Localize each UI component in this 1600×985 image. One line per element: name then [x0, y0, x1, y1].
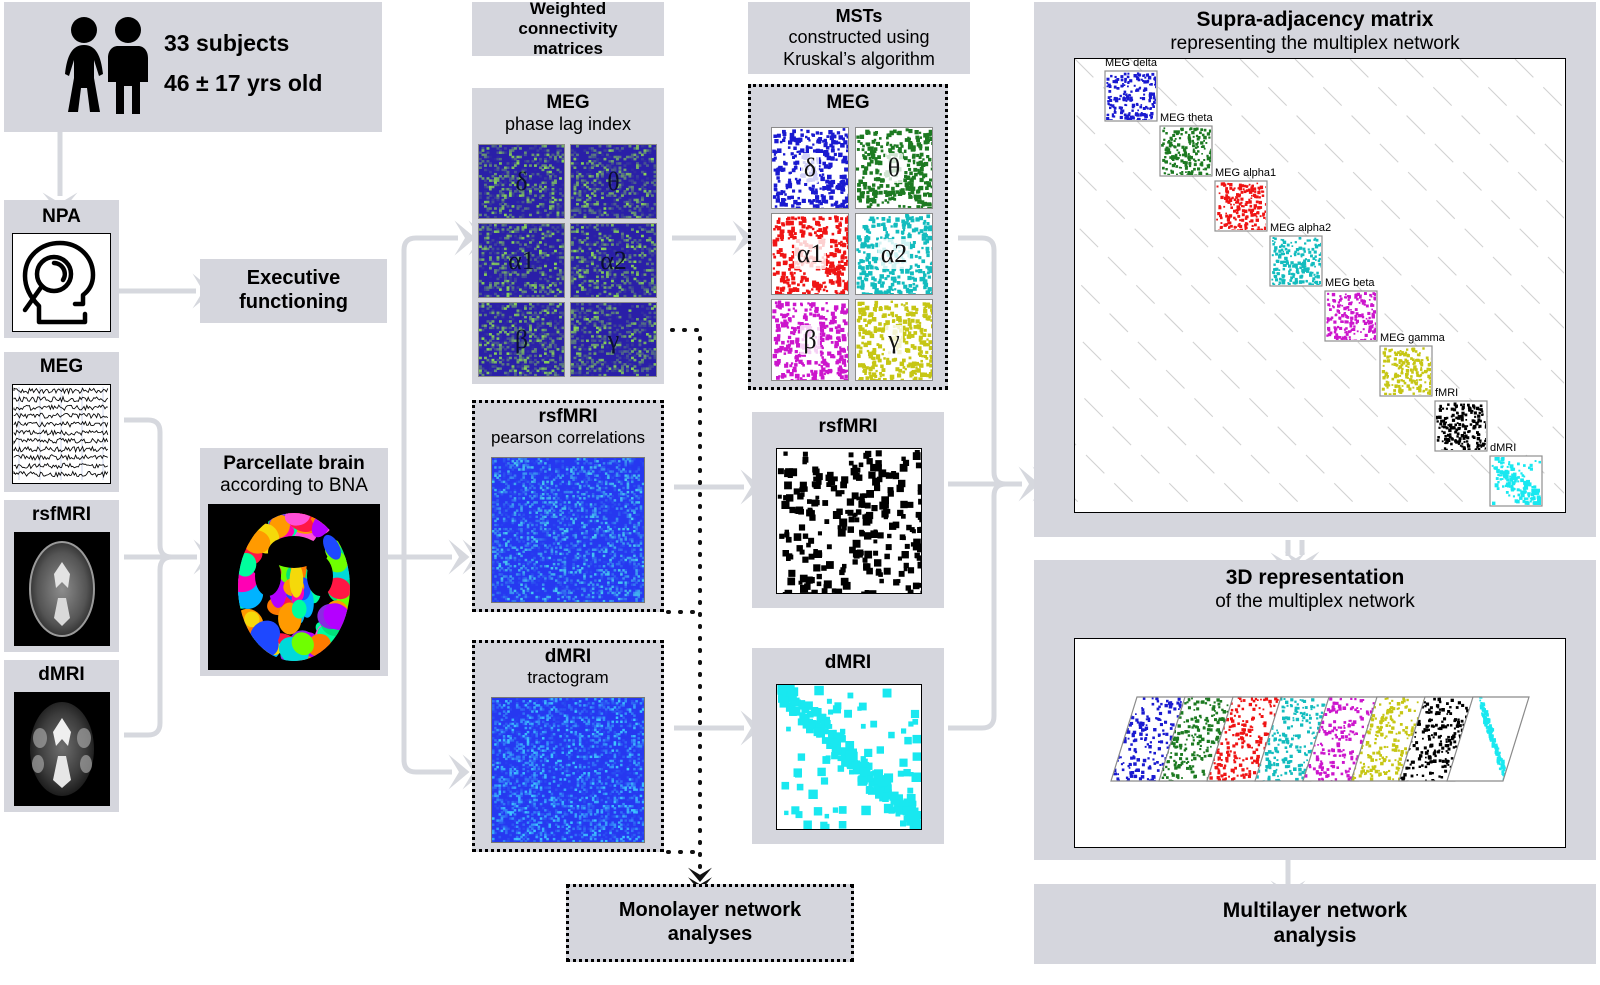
- weighted-meg-panel: MEG phase lag index δ θ α1 α2 β γ: [472, 88, 664, 384]
- dmri-label: dMRI: [38, 664, 85, 685]
- rsfmri-label: rsfMRI: [31, 504, 92, 525]
- weighted-meg-cell-γ: γ: [570, 302, 657, 377]
- supra-block-label: MEG alpha1: [1215, 167, 1277, 179]
- arrow-meg-to-parcellate: [124, 417, 229, 575]
- supra-title: Supra-adjacency matrix: [1196, 8, 1434, 31]
- weighted-rsfmri-panel: rsfMRI pearson correlations: [472, 400, 664, 612]
- msts-meg-title: MEG: [826, 92, 870, 113]
- supra-block-label: MEG alpha2: [1270, 222, 1332, 234]
- multilayer-box: Multilayer network analysis: [1034, 884, 1596, 964]
- head-magnifier-icon: [12, 233, 111, 332]
- dmri-mst: [776, 684, 922, 830]
- weighted-meg-cell-α2: α2: [570, 223, 657, 298]
- mst-meg-cell-γ: γ: [855, 299, 933, 381]
- supra-block-label: MEG gamma: [1380, 332, 1445, 344]
- parcellate-line2: according to BNA: [220, 475, 368, 497]
- brain-dmri-axial-icon: [14, 692, 110, 806]
- subjects-panel: 33 subjects 46 ± 17 yrs old: [4, 2, 382, 132]
- dmri-panel: dMRI: [4, 660, 119, 812]
- executive-line1: Executive: [246, 267, 341, 290]
- dotted-monolayer-path: [666, 328, 712, 892]
- subjects-age: 46 ± 17 yrs old: [164, 70, 323, 96]
- arrow-megmst-to-supra: [958, 235, 1054, 502]
- msts-dmri-title: dMRI: [824, 652, 872, 673]
- supra-block-label: fMRI: [1435, 387, 1459, 399]
- supra-adjacency-matrix: MEG delta MEG theta MEG alpha1 MEG alpha2 ME…: [1074, 58, 1566, 513]
- weighted-rsfmri-title: rsfMRI: [538, 406, 598, 427]
- multilayer-line2: analysis: [1273, 924, 1357, 947]
- weighted-meg-title: MEG: [546, 92, 590, 113]
- dmri-weighted-matrix: [491, 697, 645, 843]
- weighted-header-line2: connectivity: [518, 18, 618, 38]
- weighted-dmri-title: dMRI: [544, 646, 592, 667]
- weighted-dmri-subtitle: tractogram: [527, 668, 609, 688]
- multilayer-line1: Multilayer network: [1222, 899, 1408, 923]
- monolayer-line1: Monolayer network: [618, 899, 802, 922]
- msts-rsfmri-title: rsfMRI: [818, 416, 878, 437]
- msts-header-line2: constructed using: [788, 27, 930, 48]
- executive-functioning-box: Executive functioning: [200, 259, 387, 323]
- executive-line2: functioning: [239, 291, 348, 313]
- subjects-count: 33 subjects: [164, 30, 290, 56]
- supra-panel: Supra-adjacency matrix representing the …: [1034, 2, 1596, 537]
- weighted-header-line1: Weighted: [529, 0, 607, 18]
- rsfmri-panel: rsfMRI: [4, 500, 119, 652]
- supra-block-label: MEG theta: [1160, 112, 1213, 124]
- mst-meg-cell-δ: δ: [771, 127, 849, 209]
- rsfmri-weighted-matrix: [491, 457, 645, 603]
- monolayer-box: Monolayer network analyses: [566, 884, 854, 962]
- weighted-rsfmri-subtitle: pearson correlations: [490, 428, 646, 448]
- multiplex-3d-view: [1074, 638, 1566, 848]
- npa-label: NPA: [42, 206, 81, 227]
- supra-block-label: MEG beta: [1325, 277, 1375, 289]
- msts-header-line1: MSTs: [835, 6, 883, 27]
- weighted-meg-cell-β: β: [478, 302, 565, 377]
- meg-panel: MEG: [4, 352, 119, 492]
- weighted-header: Weighted connectivity matrices: [472, 0, 664, 59]
- threed-panel: 3D representation of the multiplex netwo…: [1034, 560, 1596, 860]
- threed-subtitle: of the multiplex network: [1215, 590, 1415, 612]
- mst-meg-cell-α1: α1: [771, 213, 849, 295]
- threed-title: 3D representation: [1225, 566, 1405, 589]
- weighted-meg-cell-θ: θ: [570, 144, 657, 219]
- msts-rsfmri-panel: rsfMRI: [752, 412, 944, 608]
- msts-dmri-panel: dMRI: [752, 648, 944, 844]
- people-icon: [65, 17, 148, 114]
- mst-meg-cell-α2: α2: [855, 213, 933, 295]
- supra-block-label: MEG delta: [1105, 58, 1157, 69]
- meg-timeseries-icon: [12, 384, 111, 484]
- rsfmri-mst: [776, 448, 922, 594]
- meg-label: MEG: [39, 356, 84, 377]
- arrow-dmrimst-to-supra: [948, 481, 1007, 731]
- msts-meg-panel: MEG δ θ α1 α2 β γ: [748, 84, 948, 390]
- arrow-dmri-to-parcellate: [124, 554, 173, 738]
- supra-block-label: dMRI: [1490, 442, 1517, 454]
- arrow-parcellate-to-meg-matrices: [401, 220, 490, 557]
- brain-parcellation-icon: [208, 504, 380, 670]
- mst-meg-cell-β: β: [771, 299, 849, 381]
- weighted-header-line3: matrices: [533, 39, 603, 59]
- weighted-meg-cell-α1: α1: [478, 223, 565, 298]
- mst-meg-cell-θ: θ: [855, 127, 933, 209]
- parcellate-line1: Parcellate brain: [223, 453, 365, 474]
- npa-panel: NPA: [4, 200, 119, 338]
- monolayer-line2: analyses: [667, 923, 753, 945]
- brain-mri-axial-icon: [14, 532, 110, 646]
- weighted-meg-subtitle: phase lag index: [504, 114, 632, 135]
- msts-header: MSTs constructed using Kruskal’s algorit…: [748, 2, 970, 74]
- weighted-dmri-panel: dMRI tractogram: [472, 640, 664, 852]
- weighted-meg-cell-δ: δ: [478, 144, 565, 219]
- supra-subtitle: representing the multiplex network: [1170, 32, 1460, 54]
- arrow-parcellate-to-dmri-matrix: [401, 557, 484, 790]
- msts-header-line3: Kruskal’s algorithm: [783, 48, 935, 69]
- parcellate-panel: Parcellate brain according to BNA: [200, 448, 388, 676]
